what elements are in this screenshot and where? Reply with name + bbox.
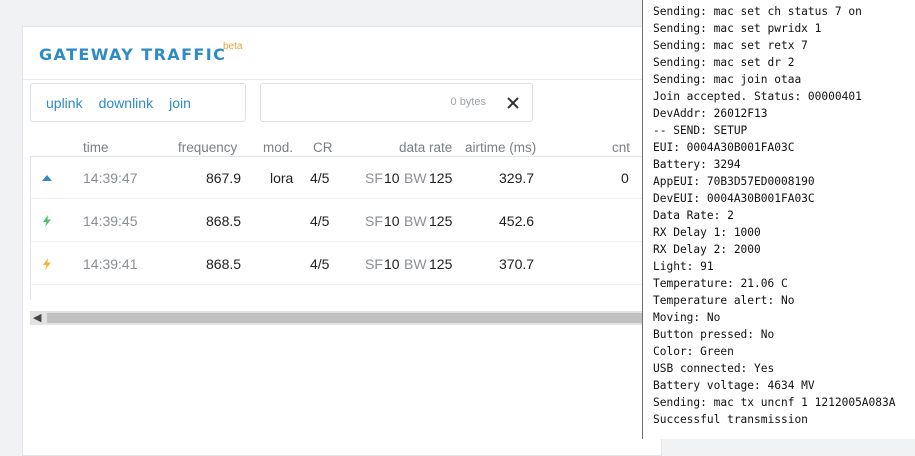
console-line: EUI: 0004A30B001FA03C [653,141,795,154]
console-line: -- SEND: SETUP [653,124,748,137]
console-line: Moving: No [653,311,721,324]
console-line: Successful transmission [653,413,808,426]
row-frequency: 868.5 [206,213,242,229]
uplink-arrow-icon [42,175,52,181]
table-row[interactable]: 14:39:41 868.5 4/5 SF 10 BW 125 370.7 a [31,243,651,285]
serial-console: Sending: mac set ch status 7 on Sending: … [642,0,915,439]
row-bw-value: 125 [429,170,453,186]
console-line: Sending: mac set retx 7 [653,39,808,52]
console-line: Light: 91 [653,260,714,273]
col-header-mod[interactable]: mod. [263,140,293,155]
direction-filter-group: uplink downlink join [30,83,246,122]
page-title: GATEWAY TRAFFIC [39,45,227,64]
console-line: Sending: mac tx uncnf 1 1212005A083A [653,396,896,409]
console-line: Button pressed: No [653,328,775,341]
row-modulation: lora [270,170,294,186]
col-header-frequency[interactable]: frequency [178,140,237,155]
row-coding-rate: 4/5 [310,213,330,229]
byte-count: 0 bytes [450,96,486,108]
row-frequency: 867.9 [206,170,242,186]
table-row[interactable]: 14:39:45 868.5 4/5 SF 10 BW 125 452.6 [31,200,651,242]
console-line: RX Delay 2: 2000 [653,243,761,256]
horizontal-scrollbar[interactable]: ◀ [30,311,642,325]
row-airtime: 329.7 [499,170,535,186]
row-sf-label: SF [365,256,383,272]
col-header-data-rate[interactable]: data rate [399,140,452,155]
console-line: Battery: 3294 [653,158,741,171]
row-airtime: 370.7 [499,256,535,272]
search-input[interactable]: 0 bytes [260,83,533,122]
console-line: Sending: mac set pwridx 1 [653,22,822,35]
divider [23,79,661,80]
row-airtime: 452.6 [499,213,535,229]
row-sf-label: SF [365,213,383,229]
console-line: Temperature alert: No [653,294,795,307]
console-line: USB connected: Yes [653,362,775,375]
row-bw-label: BW [404,213,427,229]
console-line: Join accepted. Status: 00000401 [653,90,862,103]
console-line: DevAddr: 26012F13 [653,107,768,120]
col-header-time[interactable]: time [83,140,109,155]
row-sf-value: 10 [384,170,400,186]
row-sf-value: 10 [384,256,400,272]
row-frequency: 868.5 [206,256,242,272]
traffic-table: 14:39:47 867.9 lora 4/5 SF 10 BW 125 329… [30,156,651,300]
green-bolt-icon [43,215,51,227]
row-time: 14:39:41 [83,256,138,272]
filter-uplink-button[interactable]: uplink [31,84,91,121]
row-sf-value: 10 [384,213,400,229]
console-line: Sending: mac join otaa [653,73,802,86]
row-time: 14:39:45 [83,213,138,229]
console-line: Sending: mac set dr 2 [653,56,795,69]
row-count: 0 [621,170,629,186]
filter-downlink-button[interactable]: downlink [91,84,161,121]
console-line: AppEUI: 70B3D57ED0008190 [653,175,815,188]
console-line: Battery voltage: 4634 MV [653,379,815,392]
console-line: Data Rate: 2 [653,209,734,222]
row-bw-value: 125 [429,213,453,229]
row-coding-rate: 4/5 [310,256,330,272]
beta-badge: beta [223,41,243,52]
col-header-cnt[interactable]: cnt [612,140,630,155]
row-time: 14:39:47 [83,170,138,186]
console-line: Temperature: 21.06 C [653,277,788,290]
col-header-cr[interactable]: CR [313,140,333,155]
row-coding-rate: 4/5 [310,170,330,186]
yellow-bolt-icon [43,258,51,270]
console-line: RX Delay 1: 1000 [653,226,761,239]
console-line: Color: Green [653,345,734,358]
console-line: Sending: mac set ch status 7 on [653,5,862,18]
close-icon[interactable] [504,94,522,112]
row-bw-value: 125 [429,256,453,272]
console-line: DevEUI: 0004A30B001FA03C [653,192,815,205]
col-header-airtime[interactable]: airtime (ms) [465,140,536,155]
scroll-left-icon[interactable]: ◀ [33,311,41,325]
filter-join-button[interactable]: join [161,84,199,121]
row-sf-label: SF [365,170,383,186]
table-row[interactable]: 14:39:47 867.9 lora 4/5 SF 10 BW 125 329… [31,157,651,199]
scrollbar-thumb[interactable] [47,313,642,323]
row-bw-label: BW [404,170,427,186]
row-bw-label: BW [404,256,427,272]
